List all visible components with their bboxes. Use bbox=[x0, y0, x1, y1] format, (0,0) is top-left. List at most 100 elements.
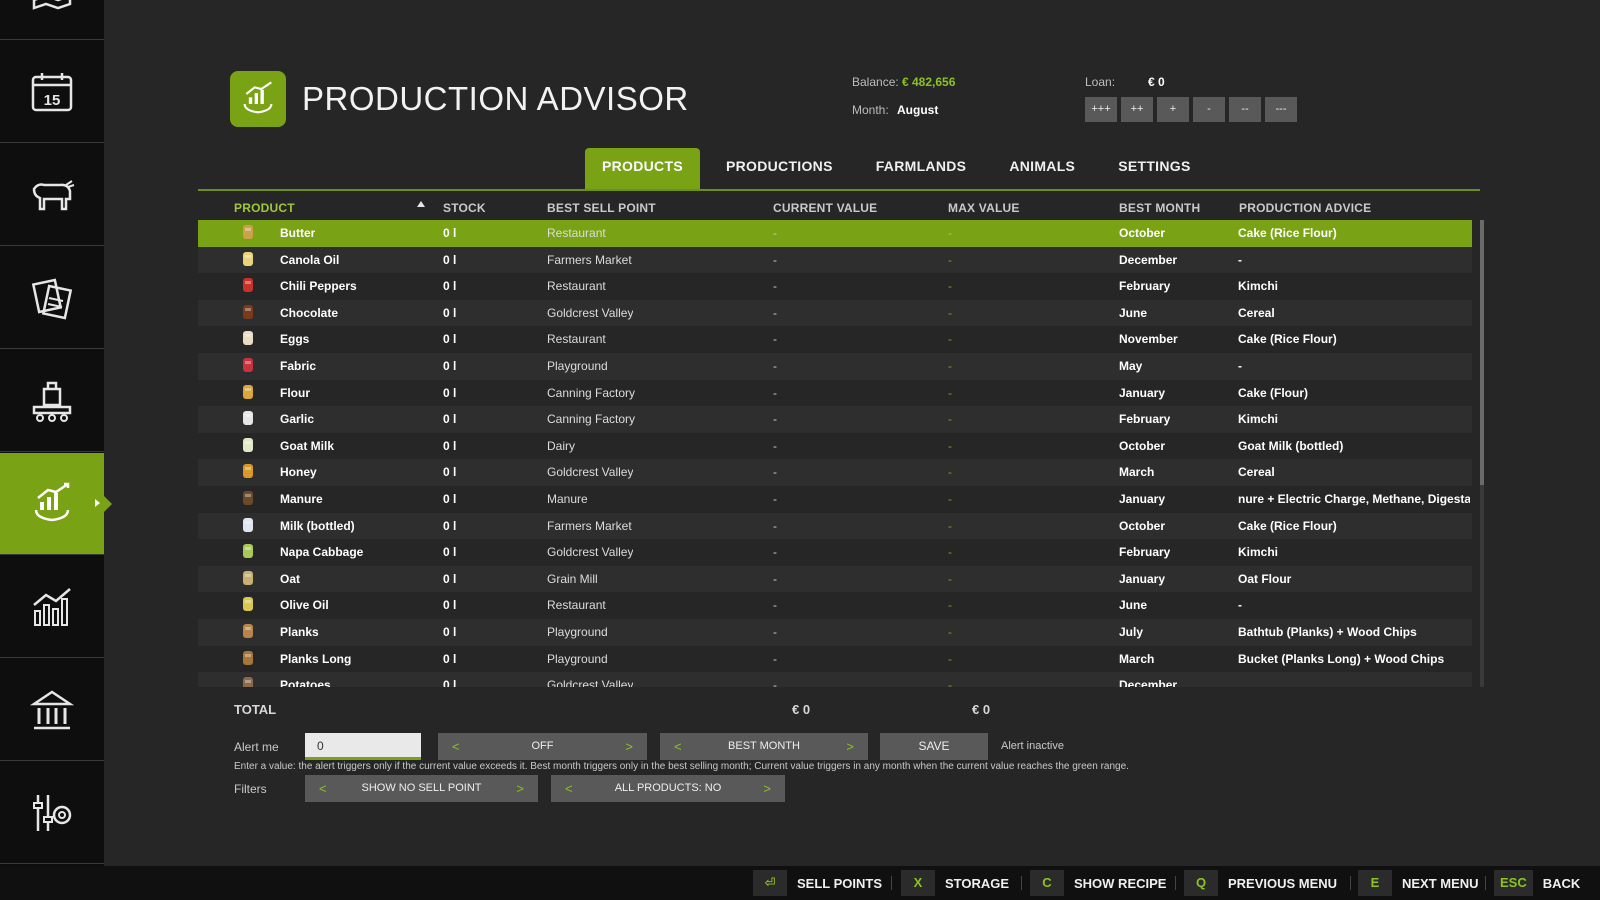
table-row[interactable]: Potatoes 0 l Goldcrest Valley - - December bbox=[198, 672, 1472, 687]
filters-label: Filters bbox=[234, 782, 267, 796]
scrollbar-thumb[interactable] bbox=[1480, 220, 1484, 485]
column-header-current-value[interactable]: CURRENT VALUE bbox=[773, 201, 877, 215]
sidebar-item-map[interactable] bbox=[0, 0, 104, 40]
product-max-value: - bbox=[948, 545, 952, 560]
table-row[interactable]: Planks 0 l Playground - - July Bathtub (Planks… bbox=[198, 619, 1472, 646]
production-advisor-logo bbox=[230, 71, 286, 127]
product-production-advice: Cake (Flour) bbox=[1238, 385, 1309, 400]
next-menu-action[interactable]: E NEXT MENU bbox=[1358, 870, 1479, 896]
alert-mode-selector[interactable]: < OFF > bbox=[438, 733, 647, 760]
table-row[interactable]: Goat Milk 0 l Dairy - - October Goat Milk (bot… bbox=[198, 433, 1472, 460]
table-row[interactable]: Manure 0 l Manure - - January nure + Electric … bbox=[198, 486, 1472, 513]
sort-ascending-icon[interactable] bbox=[416, 200, 426, 208]
product-best-month: December bbox=[1119, 252, 1178, 267]
product-current-value: - bbox=[773, 571, 777, 586]
chili-pepper-icon bbox=[243, 278, 253, 293]
table-row[interactable]: Chili Peppers 0 l Restaurant - - February Kimc… bbox=[198, 273, 1472, 300]
product-name: Potatoes bbox=[280, 678, 331, 687]
product-best-sell-point: Canning Factory bbox=[547, 385, 636, 400]
product-current-value: - bbox=[773, 438, 777, 453]
product-best-sell-point: Canning Factory bbox=[547, 412, 636, 427]
sidebar-item-statistics[interactable] bbox=[0, 556, 104, 658]
column-header-stock[interactable]: STOCK bbox=[443, 201, 486, 215]
table-row[interactable]: Canola Oil 0 l Farmers Market - - December - bbox=[198, 246, 1472, 274]
sell-point-filter-selector[interactable]: < SHOW NO SELL POINT > bbox=[305, 775, 538, 802]
total-label: TOTAL bbox=[234, 702, 277, 717]
sidebar-item-contracts[interactable] bbox=[0, 247, 104, 349]
loan-increase-medium-button[interactable]: ++ bbox=[1121, 97, 1153, 122]
product-max-value: - bbox=[948, 305, 952, 320]
eggs-icon bbox=[243, 331, 253, 346]
table-row[interactable]: Garlic 0 l Canning Factory - - February Kimchi bbox=[198, 406, 1472, 433]
alert-value-input[interactable] bbox=[305, 733, 421, 760]
tab-settings[interactable]: SETTINGS bbox=[1101, 148, 1207, 190]
product-stock: 0 l bbox=[443, 305, 457, 320]
product-best-sell-point: Dairy bbox=[547, 438, 576, 453]
tab-farmlands[interactable]: FARMLANDS bbox=[859, 148, 984, 190]
chevron-right-icon[interactable]: > bbox=[625, 739, 633, 754]
alert-trigger-selector[interactable]: < BEST MONTH > bbox=[660, 733, 868, 760]
product-name: Honey bbox=[280, 465, 317, 480]
previous-menu-action[interactable]: Q PREVIOUS MENU bbox=[1184, 870, 1337, 896]
sidebar-item-calendar[interactable]: 15 bbox=[0, 41, 104, 143]
chevron-right-icon[interactable]: > bbox=[516, 781, 524, 796]
sidebar-item-animals[interactable] bbox=[0, 144, 104, 246]
column-header-best-sell-point[interactable]: BEST SELL POINT bbox=[547, 201, 656, 215]
product-stock: 0 l bbox=[443, 651, 457, 666]
product-best-sell-point: Farmers Market bbox=[547, 252, 632, 267]
save-button[interactable]: SAVE bbox=[880, 733, 988, 760]
production-advisor-icon bbox=[34, 482, 70, 521]
product-best-month: March bbox=[1119, 465, 1155, 480]
column-header-max-value[interactable]: MAX VALUE bbox=[948, 201, 1020, 215]
product-production-advice: Bathtub (Planks) + Wood Chips bbox=[1238, 625, 1417, 639]
product-current-value: - bbox=[773, 598, 777, 613]
table-row[interactable]: Planks Long 0 l Playground - - March Bucket (P… bbox=[198, 646, 1472, 673]
show-recipe-label: SHOW RECIPE bbox=[1074, 875, 1167, 891]
separator bbox=[1485, 876, 1486, 890]
table-row[interactable]: Milk (bottled) 0 l Farmers Market - - October… bbox=[198, 512, 1472, 540]
sell-points-action[interactable]: ⏎ SELL POINTS bbox=[753, 870, 882, 896]
sidebar-item-production-advisor[interactable] bbox=[0, 453, 112, 555]
chevron-right-icon[interactable]: > bbox=[846, 739, 854, 754]
product-current-value: - bbox=[773, 625, 777, 639]
chevron-right-icon[interactable]: > bbox=[763, 781, 771, 796]
table-row[interactable]: Chocolate 0 l Goldcrest Valley - - June Cereal bbox=[198, 299, 1472, 327]
column-header-production-advice[interactable]: PRODUCTION ADVICE bbox=[1239, 201, 1371, 215]
table-row[interactable]: Butter 0 l Restaurant - - October Cake (Rice F… bbox=[198, 220, 1472, 247]
fabric-icon bbox=[243, 358, 253, 372]
table-scrollbar[interactable] bbox=[1480, 220, 1484, 687]
loan-decrease-medium-button[interactable]: -- bbox=[1229, 97, 1261, 122]
loan-increase-large-button[interactable]: +++ bbox=[1085, 97, 1117, 122]
sidebar-item-production[interactable] bbox=[0, 350, 104, 452]
product-max-value: - bbox=[948, 226, 952, 240]
products-filter-value: ALL PRODUCTS: NO bbox=[614, 782, 722, 794]
table-row[interactable]: Fabric 0 l Playground - - May - bbox=[198, 353, 1472, 380]
table-row[interactable]: Honey 0 l Goldcrest Valley - - March Cereal bbox=[198, 459, 1472, 486]
product-stock: 0 l bbox=[443, 492, 457, 506]
column-header-best-month[interactable]: BEST MONTH bbox=[1119, 201, 1200, 215]
tab-products[interactable]: PRODUCTS bbox=[585, 148, 700, 190]
back-action[interactable]: ESC BACK bbox=[1494, 870, 1580, 896]
table-row[interactable]: Napa Cabbage 0 l Goldcrest Valley - - Februar… bbox=[198, 539, 1472, 566]
alert-hint: Enter a value: the alert triggers only i… bbox=[234, 761, 1129, 772]
tab-productions[interactable]: PRODUCTIONS bbox=[709, 148, 850, 190]
column-header-product[interactable]: PRODUCT bbox=[234, 201, 295, 215]
table-row[interactable]: Oat 0 l Grain Mill - - January Oat Flour bbox=[198, 565, 1472, 593]
table-row[interactable]: Olive Oil 0 l Restaurant - - June - bbox=[198, 592, 1472, 619]
storage-action[interactable]: X STORAGE bbox=[901, 870, 1009, 896]
sidebar-item-settings[interactable] bbox=[0, 762, 104, 864]
loan-decrease-large-button[interactable]: --- bbox=[1265, 97, 1297, 122]
sidebar-item-finances[interactable] bbox=[0, 659, 104, 761]
show-recipe-action[interactable]: C SHOW RECIPE bbox=[1030, 870, 1166, 896]
loan-increase-small-button[interactable]: + bbox=[1157, 97, 1189, 122]
loan-value: € 0 bbox=[1148, 75, 1165, 89]
product-production-advice: Kimchi bbox=[1238, 412, 1279, 427]
table-row[interactable]: Eggs 0 l Restaurant - - November Cake (Rice Fl… bbox=[198, 326, 1472, 353]
products-filter-selector[interactable]: < ALL PRODUCTS: NO > bbox=[551, 775, 785, 802]
tab-animals[interactable]: ANIMALS bbox=[992, 148, 1092, 190]
loan-decrease-small-button[interactable]: - bbox=[1193, 97, 1225, 122]
product-stock: 0 l bbox=[443, 252, 457, 267]
table-row[interactable]: Flour 0 l Canning Factory - - January Cake (Fl… bbox=[198, 380, 1472, 407]
product-stock: 0 l bbox=[443, 359, 457, 373]
butter-icon bbox=[243, 225, 253, 239]
